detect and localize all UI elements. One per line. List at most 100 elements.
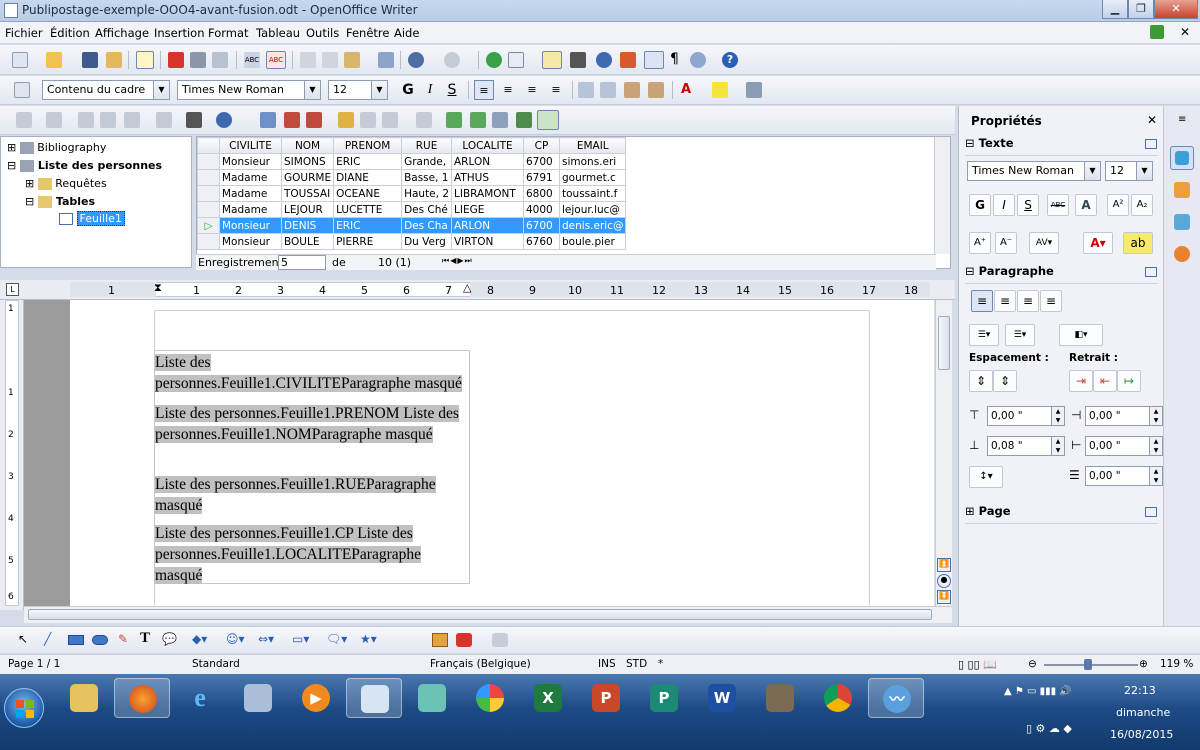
table-cell[interactable]: Grande, [401,153,452,170]
show-draw-functions-icon[interactable] [542,51,562,69]
close-window-button[interactable]: ✕ [1154,0,1198,19]
grid-scrollbar[interactable] [934,137,950,254]
right-indent-marker[interactable]: △ [463,281,471,294]
record-nav-buttons[interactable]: ⏮◀▶⏭ [442,256,473,266]
table-cell[interactable]: Monsieur [219,233,282,250]
line-icon[interactable]: ╱ [44,632,51,646]
navigator-icon[interactable] [596,52,612,68]
flowchart-icon[interactable]: ▭▾ [292,632,309,646]
character-spacing-button[interactable]: AV▾ [1029,232,1059,254]
table-row[interactable]: Madame LEJOUR LUCETTE Des Ché LIEGE 4000 lejou… [197,201,627,218]
sidebar-numbering-button[interactable]: ☰▾ [1005,324,1035,346]
first-line-indent-field[interactable]: 0,00 " ▲ ▼ [1085,466,1163,486]
table-cell[interactable]: Madame [219,201,282,218]
paragraph-style-combo[interactable]: Contenu du cadre ▼ [42,80,170,100]
copy-icon[interactable] [100,112,116,128]
numbering-icon[interactable] [578,82,594,98]
font-color-button[interactable]: A [676,80,696,100]
taskbar-gimp[interactable] [752,678,808,718]
cut-icon[interactable] [78,112,94,128]
navigator-tab-icon[interactable] [1174,246,1190,262]
gallery-tab-icon[interactable] [1174,214,1190,230]
previous-page-icon[interactable]: ⏫ [937,558,951,572]
basic-shapes-icon[interactable]: ◆▾ [192,632,207,646]
taskbar-firefox[interactable] [114,678,170,718]
autofilter-icon[interactable] [338,112,354,128]
undo-icon[interactable] [408,52,424,68]
status-selection-mode[interactable]: STD [626,658,647,670]
table-cell[interactable]: toussaint.f [558,185,627,202]
callouts-icon[interactable]: 🗨▾ [326,632,347,646]
italic-button[interactable]: I [420,80,440,100]
gallery-icon[interactable] [620,52,636,68]
table-cell[interactable]: OCEANE [333,185,403,202]
sidebar-bullets-button[interactable]: ☰▾ [969,324,999,346]
text-box-icon[interactable]: T [140,630,150,647]
sidebar-shadow-button[interactable]: A [1075,194,1097,216]
font-name-combo[interactable]: Times New Roman ▼ [177,80,321,100]
table-cell[interactable]: LUCETTE [333,201,403,218]
open-folder-icon[interactable] [46,52,62,68]
align-right-button[interactable]: ≡ [522,80,542,100]
zoom-slider-thumb[interactable] [1084,659,1092,670]
table-cell[interactable]: 6700 [523,153,560,170]
mail-merge-icon[interactable] [492,112,508,128]
table-cell[interactable]: Basse, 1 [401,169,452,186]
menu-insertion[interactable]: Insertion [154,26,205,40]
status-insert-mode[interactable]: INS [598,658,616,670]
expand-icon[interactable]: ⊞ [965,504,975,518]
column-header[interactable]: NOM [280,137,335,154]
print-icon[interactable] [190,52,206,68]
more-options-icon[interactable] [1145,267,1157,277]
subscript-button[interactable]: A₂ [1131,194,1153,216]
grow-font-button[interactable]: A⁺ [969,232,991,254]
taskbar-explorer[interactable] [56,678,112,718]
table-cell[interactable]: 6791 [523,169,560,186]
styles-icon[interactable] [14,82,30,98]
merge-paragraph-civilite[interactable]: Liste des personnes.Feuille1.CIVILITEPar… [155,352,469,394]
more-options-icon[interactable] [1145,139,1157,149]
column-header[interactable]: CP [523,137,560,154]
expand-icon[interactable]: ⊞ [25,177,34,190]
table-cell[interactable]: 6760 [523,233,560,250]
sort-ascending-icon[interactable] [260,112,276,128]
more-options-icon[interactable] [1145,507,1157,517]
table-row[interactable]: Madame GOURME DIANE Basse, 1 ATHUS 6791 gourme… [197,169,627,186]
tree-item-bibliography[interactable]: ⊞ Bibliography [7,141,106,154]
column-header[interactable]: CIVILITE [219,137,282,154]
section-header-paragraphe[interactable]: ⊟ Paragraphe [965,264,1158,284]
increase-indent-button[interactable]: ⇥ [1069,370,1093,392]
scroll-thumb[interactable] [28,609,932,620]
status-language[interactable]: Français (Belgique) [430,658,531,670]
column-header[interactable]: PRENOM [333,137,403,154]
row-header[interactable] [197,153,220,170]
table-row[interactable]: Monsieur SIMONS ERIC Grande, ARLON 6700 simons… [197,153,627,170]
table-cell[interactable]: Madame [219,185,282,202]
menu-format[interactable]: Format [208,26,249,40]
minimize-button[interactable]: ▁ [1102,0,1128,19]
paste-icon[interactable] [124,112,140,128]
taskbar-excel[interactable]: X [520,678,576,718]
current-record-arrow-icon[interactable]: ▷ [197,217,220,234]
merge-paragraph-rue[interactable]: Liste des personnes.Feuille1.RUEParagrap… [155,474,469,516]
record-number-input[interactable]: 5 [278,255,326,270]
table-cell[interactable]: Monsieur [219,217,282,234]
taskbar-publisher[interactable]: P [636,678,692,718]
from-file-image-icon[interactable] [432,633,448,647]
help-icon[interactable]: ? [722,52,738,68]
status-page-style[interactable]: Standard [192,658,240,670]
update-icon[interactable] [1150,25,1164,39]
clock-time[interactable]: 22:13 [1124,684,1156,697]
merge-paragraph-cp-localite[interactable]: Liste des personnes.Feuille1.CP Liste de… [155,523,469,586]
sidebar-menu-icon[interactable]: ≡ [1178,114,1186,125]
table-cell[interactable]: LEJOUR [280,201,335,218]
taskbar-media-player[interactable]: ▶ [288,678,344,718]
highlight-icon[interactable] [712,82,728,98]
menu-aide[interactable]: Aide [394,26,419,40]
decrease-indent-button[interactable]: ⇤ [1093,370,1117,392]
standard-filter-icon[interactable] [360,112,376,128]
table-cell[interactable]: ERIC [333,217,403,234]
sidebar-font-size-combo[interactable]: 12 ▼ [1105,161,1153,181]
freeform-icon[interactable]: ✎ [118,632,128,646]
row-header[interactable] [197,169,220,186]
